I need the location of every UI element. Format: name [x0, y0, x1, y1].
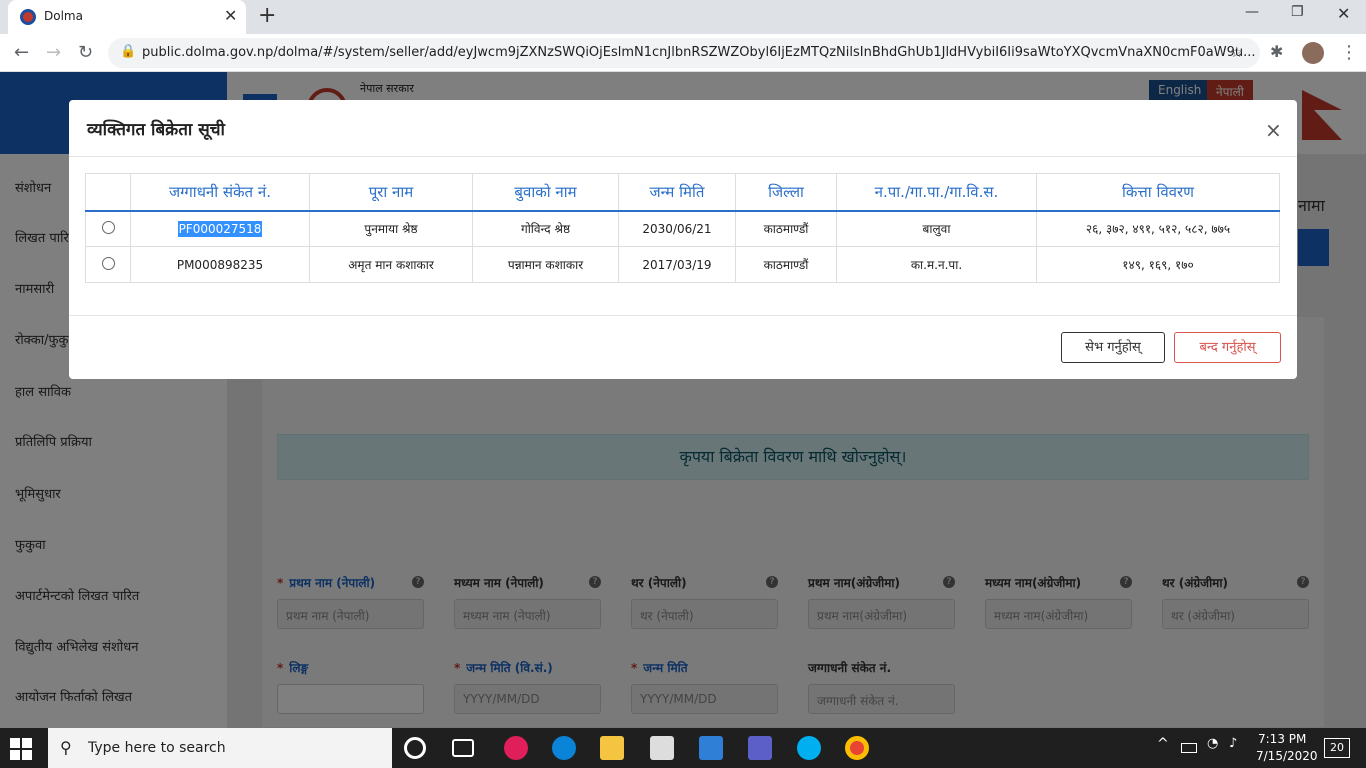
municipality-cell: का.म.न.पा.	[836, 246, 1037, 283]
tab-strip: Dolma ✕ + — ❐ ✕	[0, 0, 1366, 34]
teams-icon[interactable]	[748, 736, 772, 760]
restore-icon[interactable]: ❐	[1291, 4, 1304, 20]
code-cell: PF000027518	[177, 220, 263, 237]
taskbar: ⚲ Type here to search ^ ◔ ♪ 7:13 PM 7/15…	[0, 728, 1366, 768]
battery-icon[interactable]	[1181, 743, 1197, 753]
skype-icon[interactable]	[797, 736, 821, 760]
menu-dots-icon[interactable]: ⋮	[1340, 42, 1358, 63]
column-father: बुवाको नाम	[472, 173, 619, 212]
column-name: पूरा नाम	[309, 173, 473, 212]
task-view-icon[interactable]	[452, 739, 474, 757]
kitta-cell: १४९, १६९, १७०	[1036, 246, 1280, 283]
browser-tab[interactable]: Dolma ✕	[8, 0, 246, 34]
url-field[interactable]: 🔒 public.dolma.gov.np/dolma/#/system/sel…	[108, 38, 1260, 68]
back-icon[interactable]: ←	[14, 42, 29, 63]
row-radio[interactable]	[101, 256, 115, 270]
modal-close-icon[interactable]: ×	[1265, 118, 1282, 142]
dob-cell: 2017/03/19	[618, 246, 736, 283]
search-icon: ⚲	[60, 738, 72, 757]
windows-start-icon[interactable]	[10, 738, 32, 760]
municipality-cell: बालुवा	[836, 210, 1037, 247]
seller-list-modal: व्यक्तिगत बिक्रेता सूची × जग्गाधनी संकेत…	[69, 100, 1297, 379]
site-favicon-icon	[20, 9, 36, 25]
profile-avatar[interactable]	[1302, 42, 1324, 64]
district-cell: काठमाण्डौं	[735, 246, 837, 283]
column-code: जग्गाधनी संकेत नं.	[130, 173, 310, 212]
name-cell: अमृत मान कशाकार	[309, 246, 473, 283]
district-cell: काठमाण्डौं	[735, 210, 837, 247]
column-municipality: न.पा./गा.पा./गा.वि.स.	[836, 173, 1037, 212]
file-explorer-icon[interactable]	[600, 736, 624, 760]
column-select	[85, 173, 131, 212]
close-button[interactable]: बन्द गर्नुहोस्	[1174, 332, 1281, 363]
seller-table: जग्गाधनी संकेत नं. पूरा नाम बुवाको नाम ज…	[85, 173, 1280, 283]
reload-icon[interactable]: ↻	[78, 42, 93, 63]
save-button[interactable]: सेभ गर्नुहोस्	[1061, 332, 1165, 363]
mail-icon[interactable]	[699, 736, 723, 760]
tab-close-icon[interactable]: ✕	[224, 6, 237, 25]
column-district: जिल्ला	[735, 173, 837, 212]
window-close-icon[interactable]: ✕	[1337, 4, 1350, 23]
modal-title: व्यक्तिगत बिक्रेता सूची	[87, 120, 225, 140]
tray-chevron-icon[interactable]: ^	[1157, 736, 1169, 752]
row-radio[interactable]	[101, 220, 115, 234]
name-cell: पुनमाया श्रेष्ठ	[309, 210, 473, 247]
father-cell: पन्नामान कशाकार	[472, 246, 619, 283]
address-bar: ← → ↻ 🔒 public.dolma.gov.np/dolma/#/syst…	[0, 34, 1366, 72]
bookmark-star-icon[interactable]: ☆	[1230, 43, 1243, 61]
edge-icon[interactable]	[552, 736, 576, 760]
column-kitta: कित्ता विवरण	[1036, 173, 1280, 212]
chrome-icon[interactable]	[845, 736, 869, 760]
extensions-icon[interactable]: ✱	[1270, 42, 1283, 61]
tab-title: Dolma	[44, 9, 83, 23]
divider	[69, 315, 1297, 316]
new-tab-icon[interactable]: +	[258, 3, 276, 28]
url-text: public.dolma.gov.np/dolma/#/system/selle…	[142, 45, 1256, 60]
kitta-cell: २६, ३७२, ४९१, ५१२, ५८२, ७७५	[1036, 210, 1280, 247]
lock-icon: 🔒	[120, 44, 137, 59]
clock-time[interactable]: 7:13 PM	[1258, 732, 1306, 746]
slack-icon[interactable]	[504, 736, 528, 760]
divider	[69, 156, 1297, 157]
father-cell: गोविन्द श्रेष्ठ	[472, 210, 619, 247]
table-row[interactable]: PF000027518 पुनमाया श्रेष्ठ गोविन्द श्रे…	[85, 210, 1280, 247]
minimize-icon[interactable]: —	[1245, 4, 1259, 20]
volume-icon[interactable]: ♪	[1229, 736, 1237, 751]
notification-badge[interactable]: 20	[1324, 738, 1350, 758]
dob-cell: 2030/06/21	[618, 210, 736, 247]
store-icon[interactable]	[650, 736, 674, 760]
code-cell: PM000898235	[130, 246, 310, 283]
search-placeholder: Type here to search	[88, 740, 226, 756]
column-dob: जन्म मिति	[618, 173, 736, 212]
wifi-icon[interactable]: ◔	[1207, 736, 1218, 751]
cortana-icon[interactable]	[404, 737, 426, 759]
taskbar-search[interactable]: ⚲ Type here to search	[48, 728, 392, 768]
forward-icon[interactable]: →	[46, 42, 61, 63]
table-row[interactable]: PM000898235 अमृत मान कशाकार पन्नामान कशा…	[85, 246, 1280, 283]
clock-date[interactable]: 7/15/2020	[1256, 749, 1318, 763]
